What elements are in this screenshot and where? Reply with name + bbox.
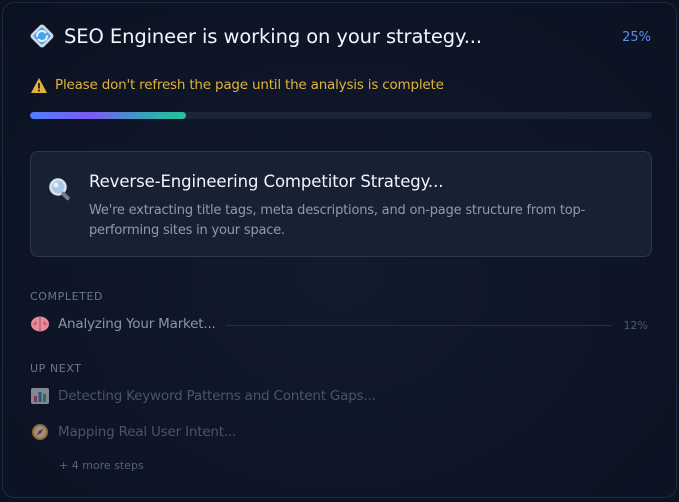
bar-chart-icon [31,388,49,404]
progress-percent: 25% [622,30,651,45]
page-title: SEO Engineer is working on your strategy… [64,25,482,48]
warning-triangle-icon [31,78,47,93]
progress-bar-fill [30,112,186,119]
up-next-step: Detecting Keyword Patterns and Content G… [30,386,376,406]
current-step-description: We're extracting title tags, meta descri… [89,203,586,238]
completed-section-label: COMPLETED [30,290,104,303]
current-step-title: Reverse-Engineering Competitor Strategy.… [89,172,444,191]
step-divider-line [226,325,612,326]
spinning-diamond-icon [30,24,54,48]
completed-step: Analyzing Your Market... [30,314,216,334]
magnifier-icon [49,178,70,201]
progress-bar [30,112,652,119]
refresh-warning: Please don't refresh the page until the … [55,77,444,93]
completed-step-label: Analyzing Your Market... [58,316,216,332]
brain-icon [31,316,49,332]
more-steps-count: + 4 more steps [59,459,144,472]
analysis-panel: SEO Engineer is working on your strategy… [2,2,677,498]
up-next-section-label: UP NEXT [30,362,82,375]
up-next-step-label: Detecting Keyword Patterns and Content G… [58,388,376,404]
up-next-step-label: Mapping Real User Intent... [58,424,237,440]
up-next-step: Mapping Real User Intent... [30,422,236,442]
completed-step-percent: 12% [623,319,648,332]
current-step-card: Reverse-Engineering Competitor Strategy.… [30,151,652,257]
compass-icon [32,424,48,440]
